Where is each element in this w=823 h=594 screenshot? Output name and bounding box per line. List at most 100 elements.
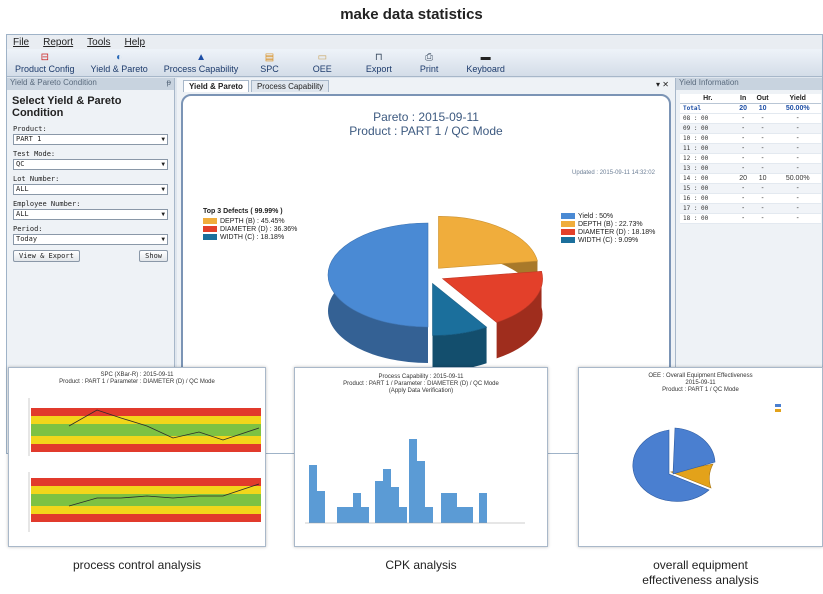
period-label: Period: [13,225,43,233]
spc-title: SPC (XBar-R) : 2015-09-11 [100,372,174,378]
keyboard-button[interactable]: ▬ Keyboard [452,52,519,76]
menu-file[interactable]: File [13,37,29,48]
show-button[interactable]: Show [139,250,168,262]
spc-button[interactable]: ▤ SPC [246,52,293,76]
period-select[interactable]: Today ▼ [13,234,168,245]
condition-panel-title: Yield & Pareto Condition ᵽ [7,78,174,90]
product-config-icon: ⊟ [40,51,49,63]
spc-thumbnail[interactable]: SPC (XBar-R) : 2015-09-11 Product : PART… [8,367,266,547]
yield-table-header: In [735,94,751,104]
oee-pie-chart [632,404,781,502]
table-cell: 20 [735,103,751,114]
export-button[interactable]: ⊓ Export [352,52,406,76]
oee-date: 2015-09-11 [685,380,716,386]
table-row: 08 : 00- - - [680,113,821,124]
table-cell: - [750,133,775,144]
cpk-histogram [305,439,525,524]
table-cell: Total [680,103,736,114]
print-button[interactable]: ⎙ Print [406,52,453,76]
table-cell: 18 : 00 [680,213,736,224]
cpk-title: Process Capability : 2015-09-11 [378,374,464,380]
yield-table-header: Hr. [680,94,736,104]
table-row: 17 : 00- - - [680,203,821,214]
oee-subtitle: Product : PART 1 / QC Mode [662,387,739,393]
table-cell: - [750,123,775,134]
oee-icon: ▭ [317,51,328,63]
table-cell: - [774,113,821,124]
oee-thumbnail[interactable]: OEE : Overall Equipment Effectiveness 20… [578,367,823,547]
menu-report[interactable]: Report [43,37,73,48]
tab-yield-pareto[interactable]: Yield & Pareto [183,80,249,92]
table-row: 12 : 00- - - [680,153,821,164]
cpk-caption: CPK analysis [385,558,457,572]
oee-button[interactable]: ▭ OEE [293,52,352,76]
view-export-button[interactable]: View & Export [13,250,80,262]
product-label: Product: [13,125,47,133]
table-cell: - [750,203,775,214]
employee-number-select[interactable]: ALL ▼ [13,209,168,220]
table-cell: 50.00% [774,103,821,114]
table-cell: - [774,123,821,134]
tab-process-capability[interactable]: Process Capability [250,80,330,92]
spc-caption: process control analysis [72,558,202,572]
table-row: 14 : 00 20 10 50.00% [680,173,821,184]
table-cell: 10 [750,103,775,114]
cpk-thumbnail[interactable]: Process Capability : 2015-09-11 Product … [294,367,548,547]
export-icon: ⊓ [374,51,383,63]
table-cell: - [735,163,751,174]
table-cell: 16 : 00 [680,193,736,204]
table-cell: 10 [750,173,775,184]
table-cell: - [750,193,775,204]
table-cell: - [774,153,821,164]
headline: make data statistics [340,6,483,23]
yield-pareto-button[interactable]: ◐ Yield & Pareto [83,52,156,76]
yield-table: Hr. In Out Yield Total 20 10 50.00% 08 : 00- - -0… [680,94,821,224]
table-cell: - [774,143,821,154]
product-config-button[interactable]: ⊟ Product Config [7,52,83,76]
table-cell: 09 : 00 [680,123,736,134]
lot-number-select[interactable]: ALL ▼ [13,184,168,195]
table-cell: 15 : 00 [680,183,736,194]
table-cell: - [774,203,821,214]
table-cell: 13 : 00 [680,163,736,174]
menu-bar: File Report Tools Help [7,35,822,49]
table-cell: - [774,183,821,194]
test-mode-label: Test Mode: [13,150,56,158]
table-cell: 17 : 00 [680,203,736,214]
table-cell: 12 : 00 [680,153,736,164]
table-cell: - [750,183,775,194]
yield-table-header: Yield [774,94,821,104]
table-cell: - [750,213,775,224]
chevron-down-icon: ▼ [161,161,165,168]
pin-icon[interactable]: ᵽ [167,78,171,90]
print-icon: ⎙ [425,51,434,63]
table-cell: - [735,113,751,124]
toolbar: ⊟ Product Config ◐ Yield & Pareto ▲ Process… [7,49,822,77]
menu-tools[interactable]: Tools [87,37,110,48]
table-row: 11 : 00- - - [680,143,821,154]
table-cell: - [735,143,751,154]
cpk-subtitle: Product : PART 1 / Parameter : DIAMETER … [343,381,499,387]
table-row: 16 : 00- - - [680,193,821,204]
process-capability-button[interactable]: ▲ Process Capability [156,52,247,76]
chevron-down-icon: ▼ [161,211,165,218]
table-row: 13 : 00- - - [680,163,821,174]
product-select[interactable]: PART 1 ▼ [13,134,168,145]
table-cell: - [735,153,751,164]
report-tabs: Yield & Pareto Process Capability ▾ ✕ [177,78,675,92]
table-row: 09 : 00- - - [680,123,821,134]
table-cell: - [750,113,775,124]
cpk-note: (Apply Data Verification) [388,388,454,394]
table-cell: - [735,183,751,194]
table-row: Total 20 10 50.00% [680,103,821,114]
table-cell: 50.00% [774,173,821,184]
table-cell: - [735,123,751,134]
table-cell: - [735,133,751,144]
chevron-down-icon: ▼ [161,236,165,243]
test-mode-select[interactable]: QC ▼ [13,159,168,170]
table-cell: - [750,143,775,154]
table-cell: 11 : 00 [680,143,736,154]
menu-help[interactable]: Help [125,37,146,48]
tab-controls[interactable]: ▾ ✕ [656,80,669,89]
table-cell: - [774,193,821,204]
